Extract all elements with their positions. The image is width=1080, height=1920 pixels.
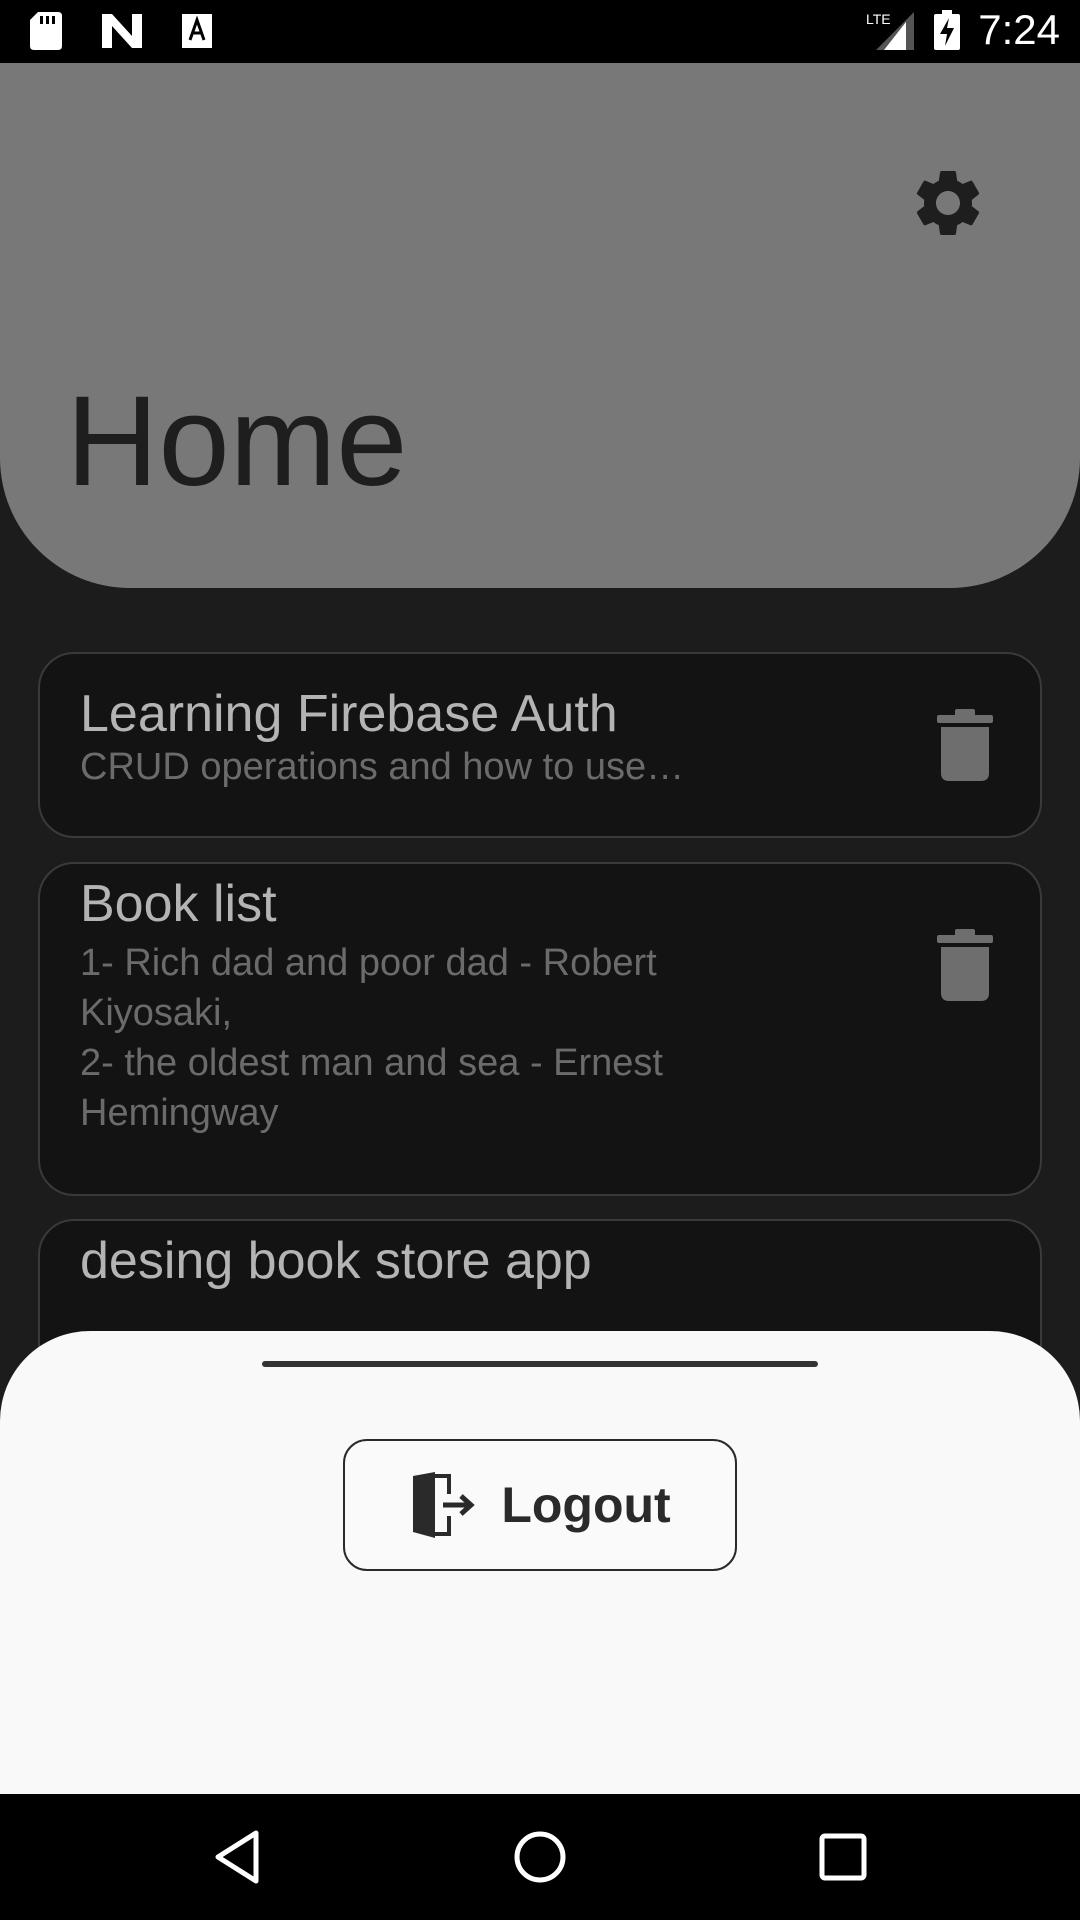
home-icon [514, 1831, 566, 1883]
note-title: Learning Firebase Auth [80, 685, 618, 743]
trash-icon [937, 929, 993, 1001]
font-a-icon [182, 14, 212, 48]
status-left-icons [30, 12, 212, 50]
delete-note-button[interactable] [920, 920, 1010, 1010]
note-body: CRUD operations and how to use… [80, 746, 685, 788]
note-title: Book list [80, 875, 277, 933]
logout-button[interactable]: Logout [343, 1439, 737, 1571]
battery-charging-icon [934, 10, 961, 50]
trash-icon [937, 709, 993, 781]
status-bar: LTE 7:24 [0, 0, 1080, 63]
recents-button[interactable] [808, 1822, 878, 1892]
back-icon [215, 1830, 259, 1884]
signal-icon: LTE [866, 11, 915, 50]
logout-label: Logout [501, 1477, 671, 1533]
drag-handle[interactable] [262, 1361, 818, 1367]
gear-icon [916, 170, 980, 235]
navigation-bar [0, 1794, 1080, 1920]
settings-button[interactable] [898, 153, 998, 253]
note-title: desing book store app [80, 1232, 592, 1290]
exit-door-icon [413, 1472, 476, 1538]
recents-icon [819, 1833, 867, 1881]
bottom-sheet: Logout [0, 1331, 1080, 1794]
home-header: Home [0, 63, 1080, 588]
page-title: Home [66, 370, 408, 513]
status-right-icons: LTE 7:24 [866, 6, 1060, 54]
note-body: 1- Rich dad and poor dad - Robert Kiyosa… [80, 942, 663, 1134]
note-card[interactable]: Learning Firebase Auth CRUD operations a… [38, 652, 1042, 838]
app-screen: Home Learning Firebase Auth CRUD operati… [0, 63, 1080, 1794]
note-card[interactable]: Book list 1- Rich dad and poor dad - Rob… [38, 862, 1042, 1196]
home-button[interactable] [505, 1822, 575, 1892]
svg-text:LTE: LTE [866, 11, 891, 27]
sd-card-icon [30, 12, 62, 50]
status-time: 7:24 [978, 6, 1060, 53]
back-button[interactable] [202, 1822, 272, 1892]
delete-note-button[interactable] [920, 700, 1010, 790]
n-logo-icon [102, 14, 142, 48]
